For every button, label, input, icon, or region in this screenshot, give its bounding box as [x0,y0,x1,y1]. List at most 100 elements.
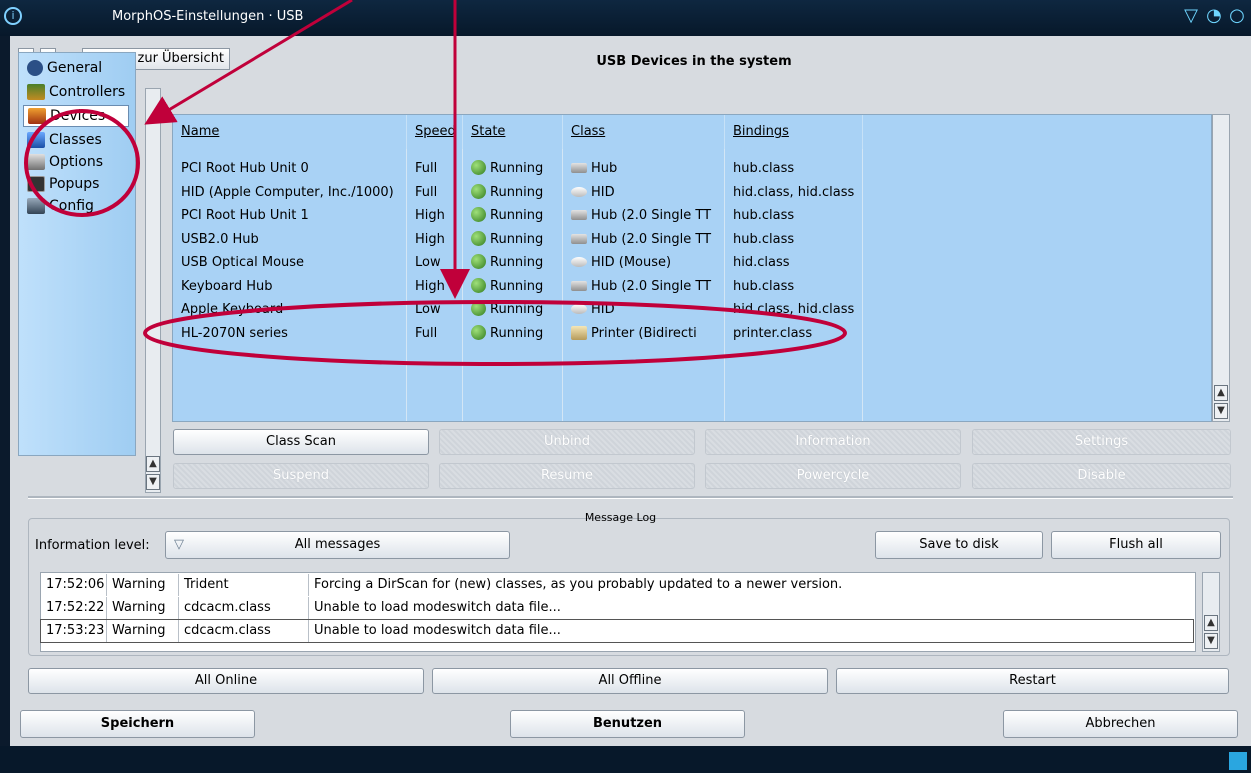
running-status-icon [471,207,486,222]
class-scan-button[interactable]: Class Scan [173,429,429,455]
resume-button[interactable]: Resume [439,463,695,489]
scroll-down-icon[interactable]: ▼ [1204,633,1218,649]
device-cell-class: HID [571,181,721,204]
save-prefs-button[interactable]: Speichern [20,710,255,738]
resize-handle-icon[interactable] [1229,752,1247,770]
device-cell-state: Running [471,251,561,274]
window-title: MorphOS-Einstellungen · USB [112,9,304,24]
scroll-up-icon[interactable]: ▲ [1214,385,1228,401]
log-cell-time: 17:52:06 [41,574,107,596]
running-status-icon [471,324,486,340]
restart-button[interactable]: Restart [836,668,1229,694]
device-cell-class: Hub [571,157,721,180]
device-cell-class: HID (Mouse) [571,251,721,274]
save-to-disk-button[interactable]: Save to disk [875,531,1043,559]
log-cell-source: cdcacm.class [179,620,309,642]
divider [28,496,1233,499]
device-cell-name: PCI Root Hub Unit 1 [181,208,309,223]
device-cell-speed: High [415,208,445,223]
sidebar-item-config[interactable]: Config [27,195,94,217]
sidebar-item-devices[interactable]: Devices [23,105,129,127]
bottom-bar [0,746,1251,773]
settings-button[interactable]: Settings [972,429,1231,455]
column-header-state[interactable]: State [463,115,563,149]
sidebar-scrollbar[interactable]: ▲ ▼ [145,88,161,493]
device-cell-class: HID [571,298,721,321]
device-cell-bindings: hid.class [733,255,790,270]
device-cell-bindings: hub.class [733,231,795,247]
log-row[interactable]: 17:53:23 Warning cdcacm.class Unable to loa… [40,619,1194,643]
scroll-down-icon[interactable]: ▼ [1214,403,1228,419]
device-row[interactable]: HL-2070N series Full Running Printer (Bidir… [173,322,1173,345]
window-menu-icon[interactable]: i [4,7,22,25]
log-cell-time: 17:52:22 [41,597,107,619]
log-row[interactable]: 17:52:22 Warning cdcacm.class Unable to loa… [41,597,1193,619]
device-cell-bindings: hid.class, hid.class [733,184,855,200]
device-cell-state: Running [471,228,561,251]
sidebar-item-general[interactable]: General [27,57,102,79]
scroll-up-icon[interactable]: ▲ [1204,615,1218,631]
cancel-button[interactable]: Abbrechen [1003,710,1238,738]
config-icon [27,198,45,214]
sidebar-item-popups[interactable]: Popups [27,173,99,195]
running-status-icon [471,254,486,269]
device-row[interactable]: USB Optical Mouse Low Running HID (Mouse) hi… [173,251,1173,274]
log-cell-text: Forcing a DirScan for (new) classes, as … [314,577,843,592]
devices-title: USB Devices in the system [596,54,792,69]
scroll-up-icon[interactable]: ▲ [146,456,160,472]
options-icon [27,154,45,170]
device-cell-name: HID (Apple Computer, Inc./1000) [181,184,394,200]
running-status-icon [471,183,486,199]
unbind-button[interactable]: Unbind [439,429,695,455]
column-header-speed[interactable]: Speed [407,115,463,149]
depth-icon[interactable]: ◔ [1204,6,1224,26]
iconify-icon[interactable]: ▽ [1181,6,1201,26]
sidebar-item-controllers[interactable]: Controllers [27,81,125,103]
log-cell-text: Unable to load modeswitch data file... [314,623,561,638]
use-prefs-button[interactable]: Benutzen [510,710,745,738]
device-row[interactable]: PCI Root Hub Unit 1 High Running Hub (2.0 S… [173,204,1173,227]
device-row[interactable]: Apple Keyboard Low Running HID hid.class, hi… [173,298,1173,321]
device-cell-state: Running [471,204,561,227]
device-row[interactable]: Keyboard Hub High Running Hub (2.0 Single T… [173,275,1173,298]
powercycle-button[interactable]: Powercycle [705,463,961,489]
running-status-icon [471,277,486,293]
dropdown-icon: ▽ [174,537,184,552]
scroll-down-icon[interactable]: ▼ [146,474,160,490]
sidebar-item-options[interactable]: Options [27,151,103,173]
flush-all-button[interactable]: Flush all [1051,531,1221,559]
device-cell-name: PCI Root Hub Unit 0 [181,161,309,176]
all-offline-button[interactable]: All Offline [432,668,828,694]
disable-button[interactable]: Disable [972,463,1231,489]
column-header-class[interactable]: Class [563,115,725,149]
column-header-bindings[interactable]: Bindings [725,115,863,149]
message-log-scrollbar[interactable]: ▲ ▼ [1202,572,1220,652]
device-list[interactable]: Name Speed State Class Bindings PCI Root… [172,114,1212,422]
device-row[interactable]: PCI Root Hub Unit 0 Full Running Hub hub.cla… [173,157,1173,180]
mouse-icon [571,304,587,314]
message-log-list[interactable]: 17:52:06 Warning Trident Forcing a DirScan … [40,572,1196,652]
log-row[interactable]: 17:52:06 Warning Trident Forcing a DirScan … [41,574,1193,596]
device-cell-class: Printer (Bidirecti [571,322,721,345]
log-cell-time: 17:53:23 [41,620,107,642]
device-cell-state: Running [471,157,561,180]
log-cell-source: Trident [179,574,309,596]
device-cell-name: USB Optical Mouse [181,255,305,270]
device-cell-speed: Full [415,184,438,200]
popup-window-icon [27,176,45,192]
information-button[interactable]: Information [705,429,961,455]
device-cell-class: Hub (2.0 Single TT [571,275,721,298]
suspend-button[interactable]: Suspend [173,463,429,489]
device-row[interactable]: USB2.0 Hub High Running Hub (2.0 Single TT h… [173,228,1173,251]
information-level-select[interactable]: ▽ All messages [165,531,510,559]
sidebar-item-classes[interactable]: Classes [27,129,102,151]
device-cell-bindings: hub.class [733,161,795,176]
column-header-name[interactable]: Name [173,115,407,149]
sidebar: General Controllers Devices Classes Opti… [18,52,136,456]
hub-icon [571,280,587,291]
device-row[interactable]: HID (Apple Computer, Inc./1000) Full Runni… [173,181,1173,204]
all-online-button[interactable]: All Online [28,668,424,694]
device-list-scrollbar[interactable]: ▲ ▼ [1212,114,1230,422]
zoom-icon[interactable]: ○ [1227,6,1247,26]
device-cell-state: Running [471,322,561,345]
